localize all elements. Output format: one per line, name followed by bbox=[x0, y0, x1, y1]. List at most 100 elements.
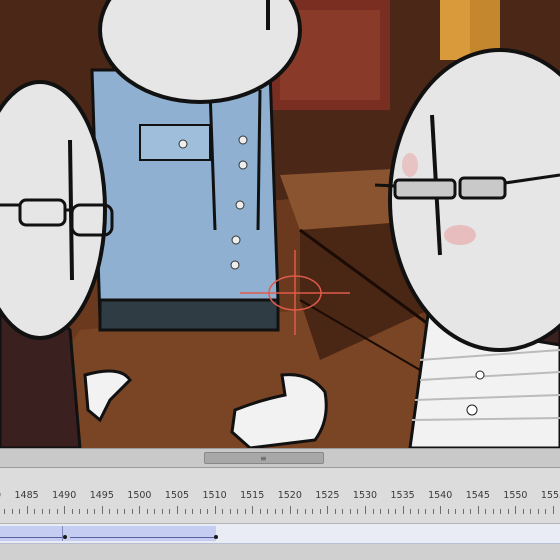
frame-number-label: 1505 bbox=[164, 490, 190, 501]
frame-tick bbox=[485, 509, 487, 514]
frame-tick bbox=[327, 506, 329, 514]
tween-arrow bbox=[0, 537, 62, 538]
frame-tick bbox=[161, 509, 163, 514]
frame-number-label: 1545 bbox=[465, 490, 490, 501]
frame-tick bbox=[244, 509, 246, 514]
frame-tick bbox=[515, 506, 517, 514]
frame-tick bbox=[214, 506, 216, 514]
frame-tick bbox=[282, 509, 284, 514]
frame-number-label: 1490 bbox=[52, 490, 77, 501]
frame-number-label: 1550 bbox=[503, 490, 528, 501]
frame-tick bbox=[304, 509, 306, 514]
frame-number-label: 1530 bbox=[352, 490, 378, 501]
frame-tick bbox=[56, 509, 58, 514]
frame-tick bbox=[49, 509, 51, 514]
frame-tick bbox=[500, 509, 502, 514]
frame-number-label: 1525 bbox=[315, 490, 340, 501]
frame-tick bbox=[41, 509, 43, 514]
frame-number-label: 1540 bbox=[428, 490, 453, 501]
frame-tick bbox=[26, 506, 28, 514]
frame-tick bbox=[477, 506, 479, 514]
frame-tick bbox=[553, 506, 554, 514]
timeline-layer-track[interactable] bbox=[0, 524, 560, 544]
frame-tick bbox=[131, 509, 133, 514]
frame-tick bbox=[229, 509, 231, 514]
frame-number-label: 1510 bbox=[202, 490, 227, 501]
frame-number-label: 1555 bbox=[540, 490, 560, 501]
frame-number-label: 1480 bbox=[0, 490, 1, 501]
animation-stage[interactable] bbox=[0, 0, 560, 448]
frame-tick bbox=[94, 509, 96, 514]
frame-tick bbox=[259, 509, 261, 514]
frame-tick bbox=[447, 509, 449, 514]
frame-tick bbox=[530, 509, 532, 514]
frame-tick bbox=[522, 509, 524, 514]
frame-tick bbox=[267, 509, 269, 514]
frame-tick bbox=[19, 509, 21, 514]
timeline-bottom-strip bbox=[0, 544, 560, 560]
frame-tick bbox=[207, 509, 209, 514]
frame-tick bbox=[507, 509, 509, 514]
frame-tick bbox=[169, 509, 171, 514]
frame-tick bbox=[79, 509, 81, 514]
frame-tick bbox=[349, 509, 351, 514]
frame-tick bbox=[395, 509, 397, 514]
frame-tick bbox=[124, 509, 126, 514]
frame-tick bbox=[289, 506, 291, 514]
frame-tick bbox=[342, 509, 344, 514]
frame-tick bbox=[387, 509, 389, 514]
frame-tick bbox=[410, 509, 412, 514]
frame-tick bbox=[380, 509, 382, 514]
frame-tick bbox=[357, 509, 359, 514]
frame-tick bbox=[184, 509, 186, 514]
frame-tick bbox=[34, 509, 36, 514]
frame-tick bbox=[154, 509, 156, 514]
keyframe-separator bbox=[62, 526, 63, 541]
scrollbar-thumb[interactable]: ≡ bbox=[204, 452, 324, 464]
frame-tick bbox=[177, 506, 178, 514]
frame-tick bbox=[237, 509, 239, 514]
frame-tick bbox=[312, 509, 314, 514]
frame-tick bbox=[139, 506, 141, 514]
frame-tick bbox=[109, 509, 111, 514]
frame-number-label: 1515 bbox=[240, 490, 265, 501]
frame-tick bbox=[297, 509, 299, 514]
frame-tick bbox=[86, 509, 88, 514]
frame-tick bbox=[470, 509, 472, 514]
frame-tick bbox=[252, 506, 254, 514]
horizontal-scrollbar[interactable]: ≡ bbox=[0, 448, 560, 468]
frame-tick bbox=[199, 509, 201, 514]
frame-tick bbox=[192, 509, 194, 514]
frame-number-label: 1500 bbox=[127, 490, 152, 501]
frame-tick bbox=[432, 509, 434, 514]
frame-tick bbox=[334, 509, 336, 514]
frame-tick bbox=[545, 509, 547, 514]
timeline-frame-ruler[interactable]: 1480 1485 1490 1495 1500 1505 1510 1515 1520 1525… bbox=[0, 468, 560, 524]
frame-tick bbox=[222, 509, 224, 514]
denim-jacket bbox=[90, 68, 280, 322]
frame-tick bbox=[372, 509, 374, 514]
frame-tick bbox=[146, 509, 148, 514]
frame-tick bbox=[440, 506, 442, 514]
frame-number-label: 1485 bbox=[14, 490, 39, 501]
frame-tick bbox=[11, 509, 13, 514]
frame-tick bbox=[116, 509, 118, 514]
frame-tick bbox=[101, 506, 103, 514]
frame-number-label: 1535 bbox=[390, 490, 415, 501]
frame-tick bbox=[365, 506, 366, 514]
keyframe-dot[interactable] bbox=[63, 535, 67, 539]
frame-number-label: 1495 bbox=[89, 490, 114, 501]
keyframe-dot[interactable] bbox=[214, 535, 218, 539]
stage-canvas bbox=[0, 0, 560, 448]
tween-span[interactable] bbox=[0, 526, 216, 541]
frame-tick bbox=[537, 509, 539, 514]
frame-tick bbox=[462, 509, 464, 514]
grip-icon: ≡ bbox=[260, 454, 267, 463]
frame-tick bbox=[4, 509, 6, 514]
frame-tick bbox=[402, 506, 404, 514]
tween-arrow bbox=[70, 537, 214, 538]
frame-number-label: 1520 bbox=[277, 490, 302, 501]
frame-tick bbox=[274, 509, 276, 514]
frame-tick bbox=[425, 509, 427, 514]
frame-tick bbox=[492, 509, 494, 514]
